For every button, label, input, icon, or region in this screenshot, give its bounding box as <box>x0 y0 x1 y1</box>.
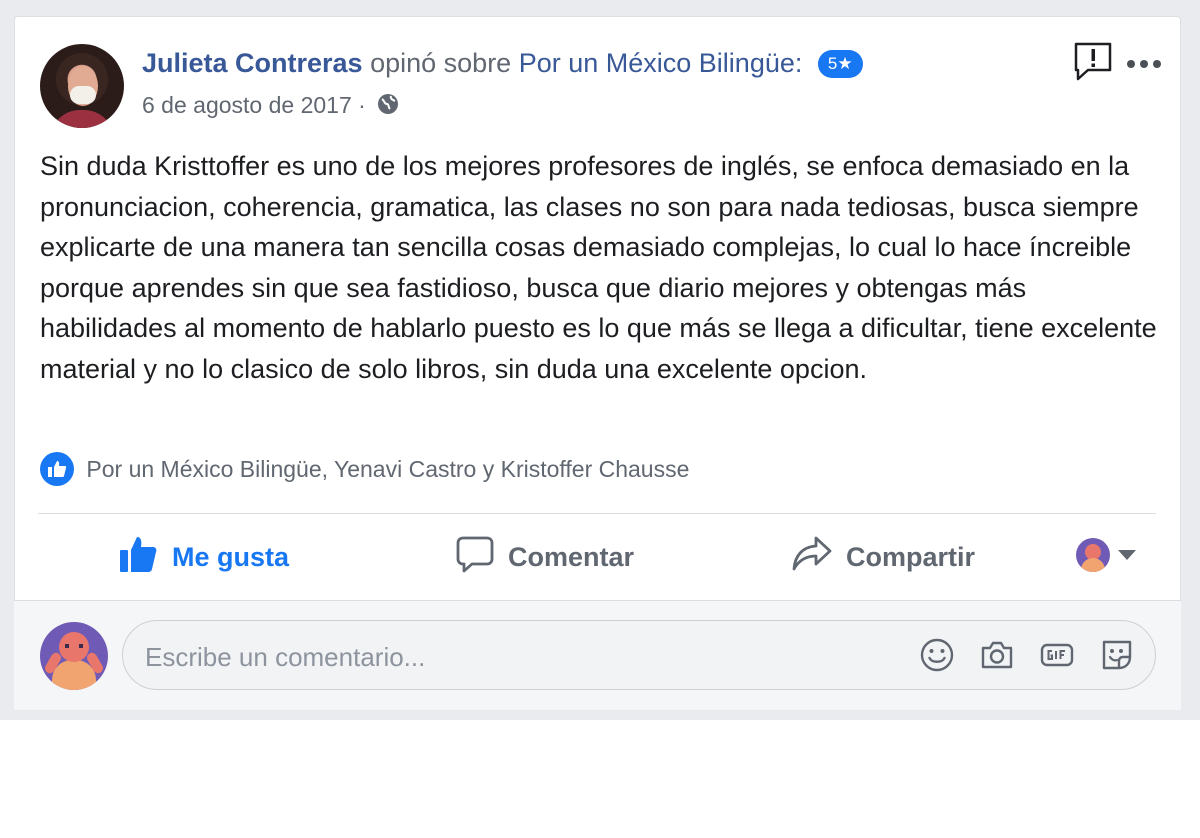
chevron-down-icon <box>1118 550 1136 560</box>
review-header: Julieta Contreras opinó sobre Por un Méx… <box>142 48 863 79</box>
avatar-mask <box>70 86 96 104</box>
comment-label: Comentar <box>508 541 635 572</box>
post-meta: 6 de agosto de 2017 · <box>142 92 400 122</box>
sticker-icon[interactable] <box>1099 637 1135 673</box>
review-text: Sin duda Kristtoffer es uno de los mejor… <box>40 151 1157 384</box>
emoji-icon[interactable] <box>919 637 955 673</box>
selector-avatar <box>1076 538 1110 572</box>
gif-icon[interactable] <box>1039 637 1075 673</box>
like-button[interactable]: Me gusta <box>118 534 289 580</box>
camera-icon[interactable] <box>979 637 1015 673</box>
post-as-selector[interactable] <box>1076 538 1136 572</box>
reactions-text: Por un México Bilingüe, Yenavi Castro y … <box>86 456 690 482</box>
author-avatar[interactable] <box>40 44 124 128</box>
more-options-icon[interactable] <box>1126 52 1162 69</box>
like-label: Me gusta <box>172 541 290 572</box>
report-icon[interactable] <box>1072 40 1114 82</box>
thumbs-up-icon <box>118 534 158 581</box>
rating-badge: 5★ <box>817 50 863 78</box>
page-name[interactable]: Por un México Bilingüe: <box>519 48 803 78</box>
divider <box>38 513 1156 514</box>
share-label: Compartir <box>846 541 976 572</box>
comment-button[interactable]: Comentar <box>456 534 634 580</box>
avatar-body <box>1081 558 1105 572</box>
comment-icon <box>456 535 494 580</box>
comment-input[interactable]: Escribe un comentario... <box>122 620 1156 690</box>
comment-placeholder[interactable]: Escribe un comentario... <box>145 642 425 673</box>
post-date[interactable]: 6 de agosto de 2017 · <box>142 92 366 118</box>
avatar-shirt <box>50 110 114 128</box>
author-name[interactable]: Julieta Contreras <box>142 48 363 78</box>
like-reaction-icon <box>40 452 74 486</box>
share-button[interactable]: Compartir <box>792 534 975 580</box>
globe-icon <box>376 92 400 122</box>
reactions-summary[interactable]: Por un México Bilingüe, Yenavi Castro y … <box>40 452 689 486</box>
current-user-avatar[interactable] <box>40 622 108 690</box>
review-verb: opinó sobre <box>370 48 512 78</box>
avatar-eyes <box>65 644 83 648</box>
share-icon <box>792 535 832 580</box>
